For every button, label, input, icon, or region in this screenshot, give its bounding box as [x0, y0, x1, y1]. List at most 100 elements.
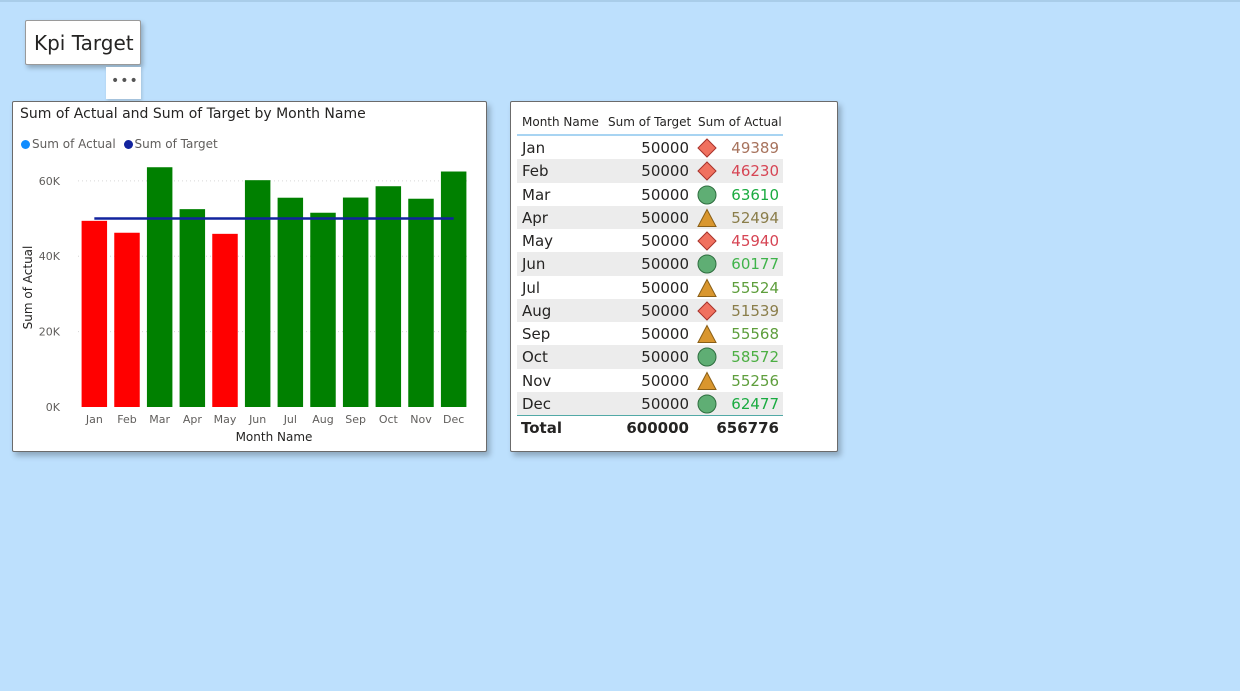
- y-tick-label: 0K: [46, 401, 61, 414]
- x-tick-label: Nov: [410, 413, 432, 426]
- total-actual: 656776: [716, 419, 779, 437]
- y-tick-label: 60K: [39, 175, 61, 188]
- table-row[interactable]: Oct 50000 58572: [517, 345, 783, 369]
- x-tick-label: Sep: [345, 413, 366, 426]
- diamond-icon: [697, 161, 717, 181]
- cell-target: 50000: [641, 394, 689, 413]
- table-row[interactable]: Jan 50000 49389: [517, 136, 783, 159]
- cell-month: Dec: [522, 394, 552, 413]
- x-tick-label: Jul: [283, 413, 297, 426]
- triangle-icon: [697, 370, 717, 391]
- cell-target: 50000: [641, 208, 689, 227]
- cell-month: Nov: [522, 371, 552, 390]
- bar-feb[interactable]: [114, 232, 140, 407]
- cell-actual: 55568: [731, 325, 779, 343]
- table-body: Jan 50000 49389 Feb 50000 46230 Mar 50000 63610 A…: [517, 136, 783, 415]
- kpi-title-text: Kpi Target: [34, 31, 134, 55]
- cell-actual: 52494: [731, 208, 779, 227]
- y-tick-label: 40K: [39, 250, 61, 263]
- cell-actual: 55256: [731, 371, 779, 390]
- cell-target: 50000: [641, 325, 689, 343]
- y-tick-label: 20K: [39, 326, 61, 339]
- x-tick-label: Dec: [443, 413, 464, 426]
- x-tick-label: Oct: [379, 413, 399, 426]
- cell-month: Jun: [522, 255, 546, 274]
- kpi-title-card[interactable]: Kpi Target: [25, 20, 141, 65]
- cell-month: Jan: [522, 139, 546, 157]
- cell-actual: 58572: [731, 348, 779, 367]
- table-total-row: Total 600000 656776: [517, 415, 783, 442]
- table-row[interactable]: Apr 50000 52494: [517, 205, 783, 229]
- cell-month: Oct: [522, 348, 548, 367]
- header-sum-of-target[interactable]: Sum of Target: [608, 115, 691, 129]
- bar-jan[interactable]: [81, 220, 108, 407]
- cell-month: Feb: [522, 162, 549, 181]
- cell-month: Aug: [522, 301, 552, 320]
- diamond-icon: [697, 138, 717, 158]
- cell-month: Jul: [522, 278, 541, 297]
- x-tick-label: Feb: [117, 413, 136, 426]
- cell-actual: 63610: [731, 185, 779, 204]
- bar-apr[interactable]: [179, 209, 206, 407]
- circle-icon: [697, 254, 717, 274]
- diamond-icon: [697, 231, 717, 251]
- circle-icon: [697, 185, 717, 205]
- cell-target: 50000: [641, 162, 689, 181]
- table-row[interactable]: Mar 50000 63610: [517, 183, 783, 206]
- cell-month: Apr: [522, 208, 548, 227]
- circle-icon: [697, 394, 717, 414]
- bar-jul[interactable]: [277, 197, 304, 407]
- cell-target: 50000: [641, 278, 689, 297]
- bar-may[interactable]: [212, 233, 238, 407]
- kpi-table-panel[interactable]: Month Name Sum of Target Sum of Actual J…: [510, 101, 838, 452]
- bar-jun[interactable]: [244, 180, 271, 407]
- table-row[interactable]: Aug 50000 51539: [517, 298, 783, 322]
- cell-target: 50000: [641, 301, 689, 320]
- cell-actual: 45940: [731, 232, 779, 250]
- actual-vs-target-chart[interactable]: Sum of Actual and Sum of Target by Month…: [12, 101, 487, 452]
- bar-sep[interactable]: [342, 197, 369, 407]
- y-axis-title: Sum of Actual: [21, 246, 35, 330]
- cell-actual: 46230: [731, 162, 779, 181]
- x-tick-label: Aug: [312, 413, 333, 426]
- more-options-button[interactable]: •••: [106, 67, 141, 99]
- cell-actual: 49389: [731, 139, 779, 157]
- top-border: [0, 0, 1240, 2]
- table-row[interactable]: Nov 50000 55256: [517, 369, 783, 392]
- cell-target: 50000: [641, 185, 689, 204]
- cell-month: Mar: [522, 185, 551, 204]
- x-axis-title: Month Name: [236, 430, 313, 444]
- cell-target: 50000: [641, 232, 689, 250]
- header-sum-of-actual[interactable]: Sum of Actual: [698, 115, 782, 129]
- triangle-icon: [697, 324, 717, 344]
- cell-target: 50000: [641, 139, 689, 157]
- bar-nov[interactable]: [408, 198, 434, 407]
- table-row[interactable]: May 50000 45940: [517, 229, 783, 252]
- x-tick-label: Jan: [85, 413, 103, 426]
- bar-mar[interactable]: [146, 167, 173, 407]
- bar-aug[interactable]: [310, 212, 336, 407]
- x-tick-label: Jun: [248, 413, 266, 426]
- bar-dec[interactable]: [440, 171, 467, 407]
- cell-target: 50000: [641, 255, 689, 274]
- table-row[interactable]: Sep 50000 55568: [517, 322, 783, 345]
- table-row[interactable]: Jul 50000 55524: [517, 276, 783, 299]
- triangle-icon: [697, 208, 717, 228]
- more-options-icon: •••: [111, 73, 139, 89]
- triangle-icon: [697, 277, 717, 298]
- cell-target: 50000: [641, 348, 689, 367]
- header-month-name[interactable]: Month Name: [522, 115, 599, 129]
- table-row[interactable]: Feb 50000 46230: [517, 159, 783, 183]
- cell-actual: 55524: [731, 278, 779, 297]
- table-row[interactable]: Dec 50000 62477: [517, 391, 783, 415]
- cell-month: May: [522, 232, 554, 250]
- table-row[interactable]: Jun 50000 60177: [517, 252, 783, 276]
- total-target: 600000: [626, 419, 689, 437]
- x-tick-label: May: [214, 413, 237, 426]
- kpi-table: Month Name Sum of Target Sum of Actual J…: [517, 108, 783, 442]
- cell-actual: 51539: [731, 301, 779, 320]
- cell-actual: 60177: [731, 255, 779, 274]
- table-header: Month Name Sum of Target Sum of Actual: [517, 108, 783, 136]
- cell-target: 50000: [641, 371, 689, 390]
- x-tick-label: Mar: [149, 413, 170, 426]
